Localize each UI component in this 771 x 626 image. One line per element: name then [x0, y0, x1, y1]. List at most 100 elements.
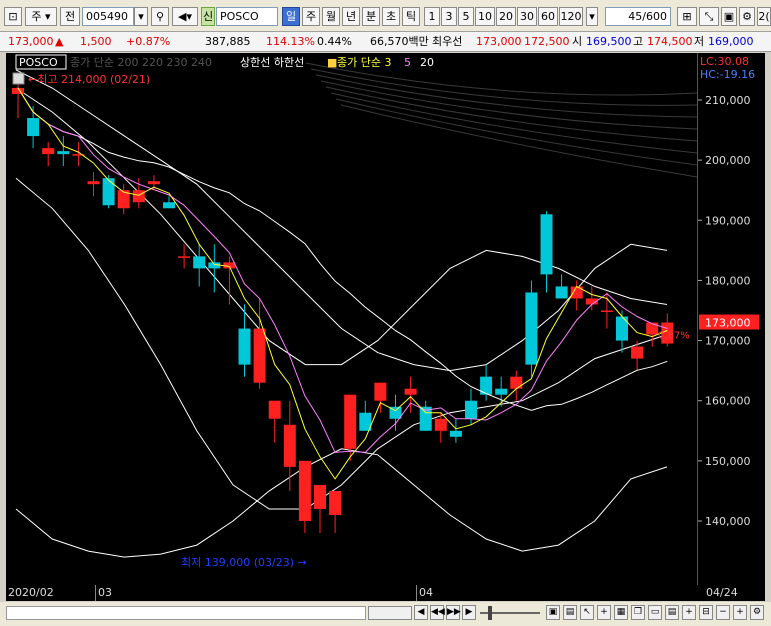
candle-body — [495, 388, 508, 395]
interval-20-button[interactable]: 20 — [496, 7, 516, 26]
price-change-pct: +0.87% — [126, 35, 171, 48]
gear-icon[interactable]: ⚙ — [750, 605, 764, 620]
save-icon[interactable]: ▣ — [721, 7, 737, 26]
zoom-reset-icon[interactable]: ⊟ — [699, 605, 713, 620]
high-price: 174,500 — [647, 35, 693, 48]
speaker-icon[interactable]: ◀▾ — [172, 7, 198, 26]
faded-ma-legend: 종가 단순 200 220 230 240 — [70, 56, 212, 69]
up-arrow-icon: ▲ — [55, 35, 64, 48]
scroll-left-button[interactable]: ◀ — [414, 605, 428, 620]
scroll-track[interactable] — [6, 606, 366, 620]
candle-body — [238, 328, 251, 365]
y-tick-label: 150,000 — [705, 455, 751, 468]
date-tick-mar — [95, 585, 96, 601]
candle-body — [132, 190, 145, 203]
interval-1-button[interactable]: 1 — [424, 7, 440, 26]
stock-name-field[interactable]: POSCO — [216, 7, 278, 26]
date-axis: 2020/02 03 04 04/24 — [6, 585, 765, 601]
date-label-end: 04/24 — [706, 586, 738, 599]
upper-limit-line — [15, 69, 668, 372]
ask-price: 173,000 — [476, 35, 522, 48]
price-info-bar: 173,000 ▲ 1,500 +0.87% 387,885 114.13% 0… — [0, 32, 771, 52]
add-icon[interactable]: + — [733, 605, 747, 620]
interval-60-button[interactable]: 60 — [538, 7, 558, 26]
period-minute-button[interactable]: 분 — [362, 7, 380, 26]
period-year-button[interactable]: 년 — [342, 7, 360, 26]
period-day-button[interactable]: 일 — [282, 7, 300, 26]
interval-10-button[interactable]: 10 — [475, 7, 495, 26]
interval-5-button[interactable]: 5 — [458, 7, 474, 26]
ma3-legend: 종가 단순 3 — [337, 56, 391, 69]
settings-icon[interactable]: ⚙ — [739, 7, 755, 26]
long-ma-line — [330, 92, 698, 154]
zoom-in-icon[interactable]: + — [682, 605, 696, 620]
ma-legend-prefix: ■ — [327, 56, 337, 69]
zoom-fit-icon[interactable]: ▣ — [546, 605, 560, 620]
period-select[interactable]: 주 ▾ — [25, 7, 57, 26]
grid-icon[interactable]: ▦ — [614, 605, 628, 620]
cascade-icon[interactable]: ❐ — [631, 605, 645, 620]
scroll-right-button[interactable]: ▶ — [462, 605, 476, 620]
date-tick-apr — [416, 585, 417, 601]
pointer-icon[interactable]: ↖ — [580, 605, 594, 620]
high-label: 고 — [633, 35, 644, 48]
layout-icon[interactable]: ▭ — [648, 605, 662, 620]
scroll-first-button[interactable]: ◀◀ — [430, 605, 445, 620]
indicator-icon[interactable]: ⊞ — [677, 7, 697, 26]
candle-body — [163, 202, 175, 209]
y-tick-label: 200,000 — [705, 154, 751, 167]
chart-stock-name: POSCO — [19, 56, 58, 69]
candle-body — [42, 148, 55, 155]
candle-body — [314, 484, 326, 509]
long-ma-line — [315, 74, 698, 118]
y-tick-label: 140,000 — [705, 515, 751, 528]
candle-body — [465, 400, 477, 419]
split-view-icon[interactable]: ▤ — [563, 605, 577, 620]
period-week-button[interactable]: 주 — [302, 7, 320, 26]
candle-body — [525, 292, 538, 365]
bottom-scroll-bar: ◀ ◀◀ ▶▶ ▶ ▣ ▤ ↖ + ▦ ❐ ▭ ▤ + ⊟ − + ⚙ — [0, 602, 771, 626]
interval-30-button[interactable]: 30 — [517, 7, 537, 26]
interval-more-button[interactable]: ▾ — [586, 7, 598, 26]
price-axis: LC:30.08 HC:-19.16 210,000 200,000 190,000… — [697, 53, 765, 585]
prev-button[interactable]: 전 — [60, 7, 80, 26]
y-tick-label: 160,000 — [705, 395, 751, 408]
count-input[interactable]: 45/600 — [605, 7, 671, 26]
candle-body — [87, 181, 100, 185]
ma5-line — [17, 87, 668, 453]
period-month-button[interactable]: 월 — [322, 7, 340, 26]
stock-code-input[interactable]: 005490 — [82, 7, 134, 26]
price-chart[interactable]: POSCO 종가 단순 200 220 230 240 상한선 하한선 ■ 종가… — [6, 53, 698, 585]
current-price: 173,000 — [8, 35, 54, 48]
scroll-thumb[interactable] — [368, 606, 412, 620]
ma5-legend: 5 — [404, 56, 411, 69]
more-toolbar-button[interactable]: 2( — [757, 7, 771, 26]
chart-type-icon[interactable]: ⊡ — [4, 7, 22, 26]
interval-3-button[interactable]: 3 — [441, 7, 457, 26]
candle-body — [540, 214, 553, 275]
interval-120-button[interactable]: 120 — [559, 7, 583, 26]
candle-body — [344, 394, 357, 449]
candle-body — [329, 490, 342, 515]
upper-band-line — [15, 87, 668, 366]
period-tick-button[interactable]: 틱 — [402, 7, 420, 26]
zoom-out-icon[interactable]: − — [716, 605, 730, 620]
candle-body — [102, 178, 115, 206]
y-tick-label: 170,000 — [705, 335, 751, 348]
scroll-last-button[interactable]: ▶▶ — [446, 605, 461, 620]
tool-icon[interactable]: ⤡ — [699, 7, 719, 26]
min-price-marker: 최저 139,000 (03/23) → — [181, 556, 307, 569]
hc-label: HC:-19.16 — [700, 68, 755, 81]
zoom-slider[interactable] — [480, 606, 540, 620]
max-price-marker: ←최고 214,000 (02/21) — [28, 73, 150, 86]
open-price: 169,500 — [586, 35, 632, 48]
search-icon[interactable]: ⚲ — [151, 7, 169, 26]
grid-toggle-icon[interactable] — [12, 72, 25, 85]
period-second-button[interactable]: 초 — [382, 7, 400, 26]
stock-code-dropdown[interactable]: ▾ — [134, 7, 148, 26]
price-axis-svg: LC:30.08 HC:-19.16 210,000 200,000 190,000… — [698, 55, 759, 528]
candle-body — [193, 256, 206, 269]
bid-price: 172,500 — [524, 35, 570, 48]
crosshair-icon[interactable]: + — [597, 605, 611, 620]
table-icon[interactable]: ▤ — [665, 605, 679, 620]
